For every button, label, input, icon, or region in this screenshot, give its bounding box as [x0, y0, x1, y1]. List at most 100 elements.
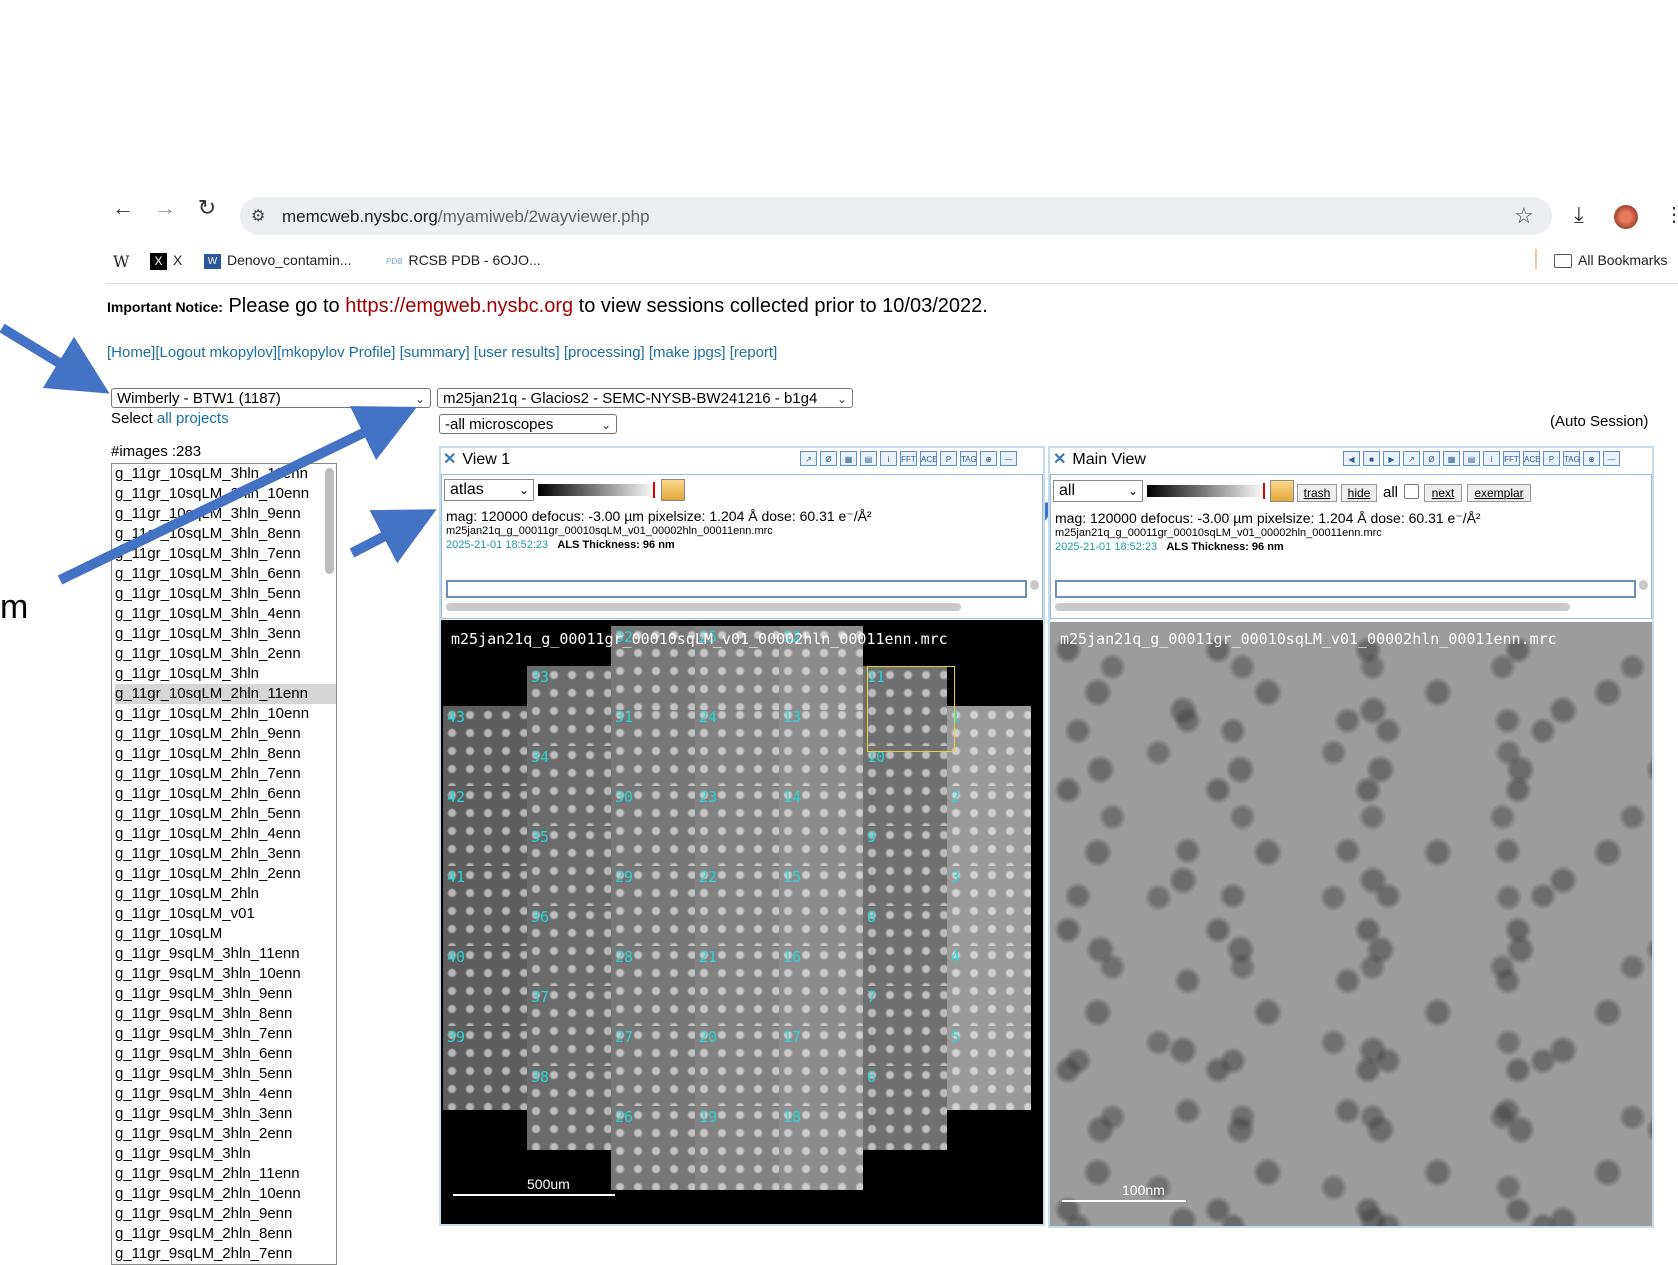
tile-number: 19	[699, 1108, 718, 1126]
ace-icon[interactable]: ACE	[1523, 451, 1540, 466]
main-view-timestamp-line: 2025-21-01 18:52:23 ALS Thickness: 96 nm	[1055, 541, 1284, 553]
view1-contrast-marker[interactable]	[653, 482, 655, 498]
main-view-preset-select[interactable]: all ⌄	[1053, 480, 1143, 502]
tile-number: 3	[951, 868, 961, 886]
expand-icon[interactable]: ↗	[1403, 451, 1420, 466]
ace-icon[interactable]: ACE	[920, 451, 937, 466]
expand-icon[interactable]: ↗	[800, 451, 817, 466]
exemplar-button[interactable]: exemplar	[1467, 484, 1531, 502]
main-view-contrast-marker[interactable]	[1263, 483, 1265, 499]
minimize-icon[interactable]: —	[1603, 451, 1620, 466]
main-view-title: Main View	[1072, 451, 1146, 468]
save-icon[interactable]: ▤	[860, 451, 877, 466]
tile-number: 13	[783, 708, 802, 726]
tile-number: 5	[951, 1028, 961, 1046]
save-icon[interactable]: ▤	[1463, 451, 1480, 466]
view1-scale-label: 500um	[527, 1176, 570, 1192]
tile-number: 8	[867, 908, 877, 926]
view1-mag-line: mag: 120000 defocus: -3.00 µm pixelsize:…	[446, 508, 872, 524]
close-icon[interactable]: ✕	[1053, 451, 1066, 468]
target-icon[interactable]: ⊕	[1583, 451, 1600, 466]
tile-number: 38	[531, 1068, 550, 1086]
main-view-thickness: ALS Thickness: 96 nm	[1166, 541, 1284, 553]
view1-timestamp-line: 2025-21-01 18:52:23 ALS Thickness: 96 nm	[446, 539, 675, 551]
adjust-icon[interactable]: Ø	[820, 451, 837, 466]
main-view-image-settings-icon[interactable]	[1270, 480, 1294, 502]
view1-scroll-dot[interactable]	[1030, 580, 1039, 590]
tile-number: 30	[615, 788, 634, 806]
tile-number: 28	[615, 948, 634, 966]
main-view-hscrollbar[interactable]	[1055, 603, 1570, 611]
all-checkbox[interactable]	[1404, 484, 1419, 499]
next-icon[interactable]: ▶	[1383, 451, 1400, 466]
main-view-preset-value: all	[1059, 482, 1076, 499]
close-icon[interactable]: ✕	[443, 451, 456, 468]
prev-icon[interactable]: ◀	[1343, 451, 1360, 466]
main-view-scalebar	[1062, 1200, 1186, 1202]
main-view-toolbar: ◀ ■ ▶ ↗ Ø ▦ ▤ i FFT ACE P TAG ⊕ —	[1343, 451, 1620, 467]
arrow-to-project-select	[0, 323, 110, 394]
particle-icon[interactable]: P	[1543, 451, 1560, 466]
tile-number: 2	[951, 788, 961, 806]
tile-number: 7	[867, 988, 877, 1006]
tile-number: 39	[447, 1028, 466, 1046]
view1-preset-select[interactable]: atlas ⌄	[444, 479, 534, 501]
minimize-icon[interactable]: —	[1000, 451, 1017, 466]
view1-thickness: ALS Thickness: 96 nm	[557, 539, 675, 551]
view1-title: View 1	[462, 451, 511, 468]
tile-number: 17	[783, 1028, 802, 1046]
tile-number: 6	[867, 1068, 877, 1086]
view1-image-title: m25jan21q_g_00011gr_00010sqLM_v01_00002h…	[451, 630, 948, 648]
tile-number: 14	[783, 788, 802, 806]
tile-number: 18	[783, 1108, 802, 1126]
arrow-to-atlas-select	[349, 509, 437, 564]
tile-number: 20	[699, 1028, 718, 1046]
chevron-down-icon: ⌄	[518, 483, 529, 497]
tile-number: 24	[699, 708, 718, 726]
tile-number: 35	[531, 828, 550, 846]
view1-image-settings-icon[interactable]	[661, 479, 685, 501]
target-icon[interactable]: ⊕	[980, 451, 997, 466]
view1-atlas-image[interactable]: 33 43 31 24 13 11 1 34 10 42 30 23 14 2 35 9 41 29 22 15 3 36…	[441, 620, 1043, 1224]
tile-number: 40	[447, 948, 466, 966]
next-button[interactable]: next	[1424, 484, 1462, 502]
view1-hscrollbar[interactable]	[446, 603, 961, 611]
all-checkbox-label: all	[1383, 484, 1399, 501]
tile-number: 33	[531, 668, 550, 686]
info-icon[interactable]: i	[880, 451, 897, 466]
tile-number: 41	[447, 868, 466, 886]
main-view-contrast-gradient[interactable]	[1147, 485, 1265, 497]
view1-contrast-gradient[interactable]	[538, 484, 656, 496]
main-view-micrograph[interactable]: m25jan21q_g_00011gr_00010sqLM_v01_00002h…	[1050, 622, 1652, 1226]
fft-icon[interactable]: FFT	[1503, 451, 1520, 466]
main-view-title-bar: ✕ Main View	[1053, 448, 1146, 472]
info-icon[interactable]: i	[1483, 451, 1500, 466]
particle-icon[interactable]: P	[940, 451, 957, 466]
fft-icon[interactable]: FFT	[900, 451, 917, 466]
scale-icon[interactable]: ▦	[1443, 451, 1460, 466]
tile-number: 34	[531, 748, 550, 766]
adjust-icon[interactable]: Ø	[1423, 451, 1440, 466]
tile-number: 36	[531, 908, 550, 926]
tile-number: 37	[531, 988, 550, 1006]
main-view-comment-input[interactable]	[1055, 580, 1636, 598]
tag-icon[interactable]: TAG	[960, 451, 977, 466]
stop-icon[interactable]: ■	[1363, 451, 1380, 466]
main-view-mag-line: mag: 120000 defocus: -3.00 µm pixelsize:…	[1055, 510, 1481, 526]
hide-button[interactable]: hide	[1341, 484, 1377, 502]
tile-number: 29	[615, 868, 634, 886]
view1-toolbar: ↗ Ø ▦ ▤ i FFT ACE P TAG ⊕ —	[800, 451, 1017, 467]
tile-number: 31	[615, 708, 634, 726]
chevron-down-icon: ⌄	[1127, 484, 1138, 498]
main-view-scroll-dot[interactable]	[1639, 580, 1648, 590]
view1-comment-input[interactable]	[446, 580, 1027, 598]
trash-button[interactable]: trash	[1297, 484, 1337, 502]
tile-number: 43	[447, 708, 466, 726]
tile-number: 22	[699, 868, 718, 886]
tag-icon[interactable]: TAG	[1563, 451, 1580, 466]
tile-number: 23	[699, 788, 718, 806]
view1-preset-value: atlas	[450, 481, 484, 498]
atlas-current-box	[867, 666, 955, 752]
tile-number: 4	[951, 948, 961, 966]
scale-icon[interactable]: ▦	[840, 451, 857, 466]
